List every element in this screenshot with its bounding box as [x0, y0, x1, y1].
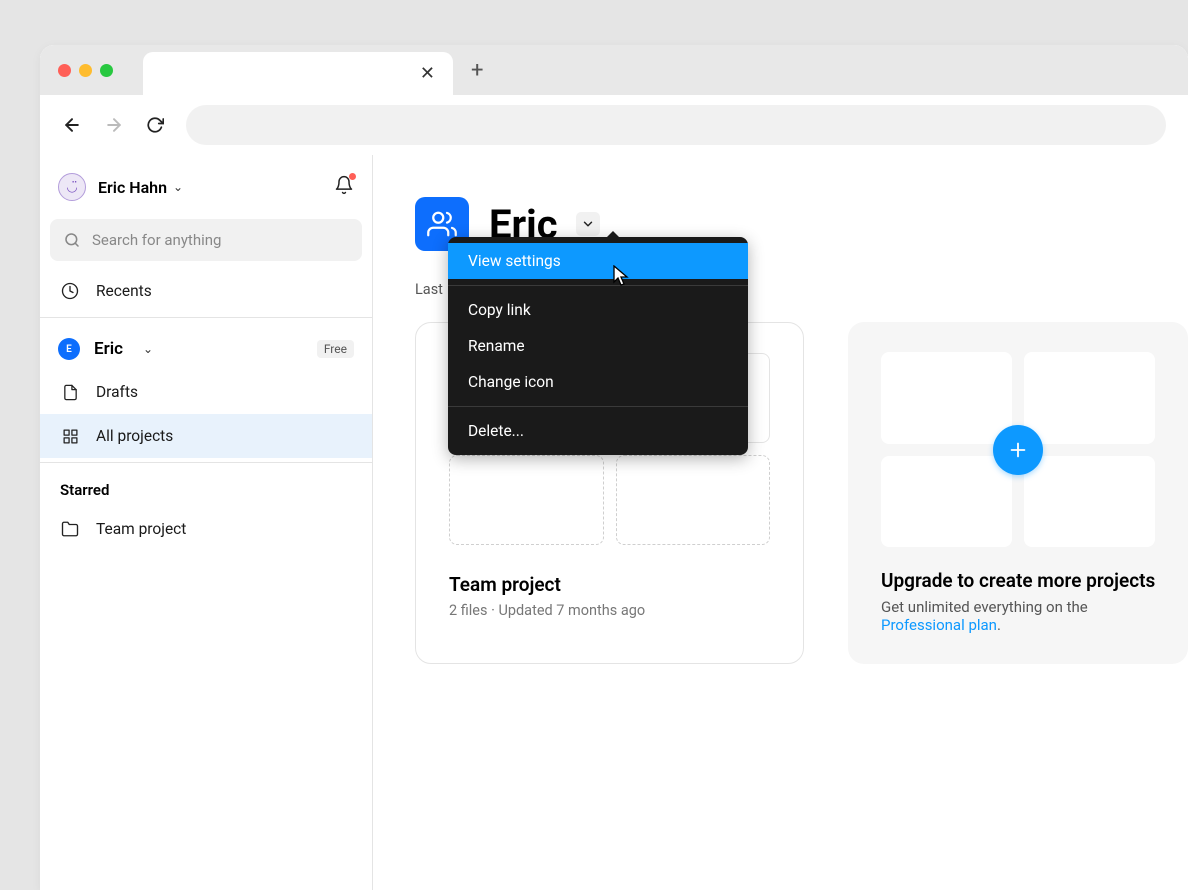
- file-icon: [60, 384, 80, 401]
- user-menu[interactable]: ◡̈ Eric Hahn ⌄: [40, 155, 372, 211]
- address-bar[interactable]: [186, 105, 1166, 145]
- browser-window: ✕ + ◡̈ Eric Hahn ⌄: [40, 45, 1188, 890]
- window-maximize-button[interactable]: [100, 64, 113, 77]
- upgrade-subtitle-text: Get unlimited everything on the: [881, 598, 1088, 616]
- notifications-button[interactable]: [334, 175, 354, 199]
- search-field[interactable]: [50, 219, 362, 261]
- menu-separator: [448, 285, 748, 286]
- menu-separator: [448, 406, 748, 407]
- upgrade-link[interactable]: Professional plan: [881, 616, 997, 634]
- upgrade-preview-cell: [1024, 456, 1155, 548]
- main: Eric Last Team project 2 files · Upda: [373, 155, 1188, 890]
- app: ◡̈ Eric Hahn ⌄ Recents: [40, 155, 1188, 890]
- grid-icon: [60, 428, 80, 445]
- notification-badge: [349, 173, 356, 180]
- avatar-face-icon: ◡̈: [66, 180, 77, 195]
- nav-all-projects[interactable]: All projects: [40, 414, 372, 458]
- close-tab-icon[interactable]: ✕: [420, 63, 435, 84]
- chevron-down-icon: ⌄: [173, 180, 183, 194]
- avatar: ◡̈: [58, 173, 86, 201]
- tab-bar: ✕ +: [40, 45, 1188, 95]
- nav-recents[interactable]: Recents: [40, 269, 372, 313]
- nav-recents-label: Recents: [96, 282, 152, 300]
- create-project-button[interactable]: [993, 425, 1043, 475]
- team-name-label: Eric: [94, 339, 123, 359]
- starred-section-label: Starred: [40, 463, 372, 507]
- upgrade-preview-cell: [881, 456, 1012, 548]
- menu-item-change-icon[interactable]: Change icon: [448, 364, 748, 400]
- folder-icon: [60, 520, 80, 538]
- upgrade-preview-cell: [1024, 352, 1155, 444]
- browser-chrome: ✕ +: [40, 45, 1188, 155]
- project-card-title: Team project: [449, 573, 770, 596]
- starred-item[interactable]: Team project: [40, 507, 372, 551]
- window-close-button[interactable]: [58, 64, 71, 77]
- plus-icon: [1007, 439, 1029, 461]
- preview-empty-slot: [449, 455, 604, 545]
- menu-item-delete[interactable]: Delete...: [448, 413, 748, 449]
- context-menu: View settings Copy link Rename Change ic…: [448, 237, 748, 455]
- menu-item-rename[interactable]: Rename: [448, 328, 748, 364]
- upgrade-period: .: [997, 616, 1001, 634]
- search-icon: [64, 232, 80, 248]
- team-avatar: E: [58, 338, 80, 360]
- sidebar: ◡̈ Eric Hahn ⌄ Recents: [40, 155, 373, 890]
- upgrade-preview: [881, 352, 1155, 547]
- chevron-down-icon: [581, 217, 595, 231]
- project-card-meta: 2 files · Updated 7 months ago: [449, 602, 770, 619]
- upgrade-preview-cell: [881, 352, 1012, 444]
- nav-all-projects-label: All projects: [96, 427, 173, 445]
- menu-item-view-settings[interactable]: View settings: [448, 243, 748, 279]
- clock-icon: [60, 282, 80, 300]
- menu-item-copy-link[interactable]: Copy link: [448, 292, 748, 328]
- upgrade-card: Upgrade to create more projects Get unli…: [848, 322, 1188, 664]
- plan-badge: Free: [317, 340, 354, 358]
- chevron-down-icon: ⌄: [143, 342, 153, 356]
- starred-item-label: Team project: [96, 520, 186, 538]
- browser-tab[interactable]: ✕: [143, 52, 453, 95]
- back-button[interactable]: [62, 115, 82, 135]
- team-initial: E: [66, 344, 72, 355]
- team-menu[interactable]: E Eric ⌄ Free: [40, 318, 372, 370]
- new-tab-button[interactable]: +: [471, 58, 483, 83]
- browser-toolbar: [40, 95, 1188, 155]
- nav-drafts-label: Drafts: [96, 383, 138, 401]
- forward-button[interactable]: [104, 115, 124, 135]
- upgrade-title: Upgrade to create more projects: [881, 569, 1155, 592]
- nav-drafts[interactable]: Drafts: [40, 370, 372, 414]
- traffic-lights: [58, 64, 113, 77]
- search-input[interactable]: [92, 231, 348, 249]
- user-name-label: Eric Hahn: [98, 178, 167, 197]
- title-dropdown-button[interactable]: [576, 212, 600, 236]
- window-minimize-button[interactable]: [79, 64, 92, 77]
- people-icon: [427, 209, 457, 239]
- reload-button[interactable]: [146, 116, 164, 134]
- preview-empty-slot: [616, 455, 771, 545]
- upgrade-subtitle: Get unlimited everything on the Professi…: [881, 598, 1155, 634]
